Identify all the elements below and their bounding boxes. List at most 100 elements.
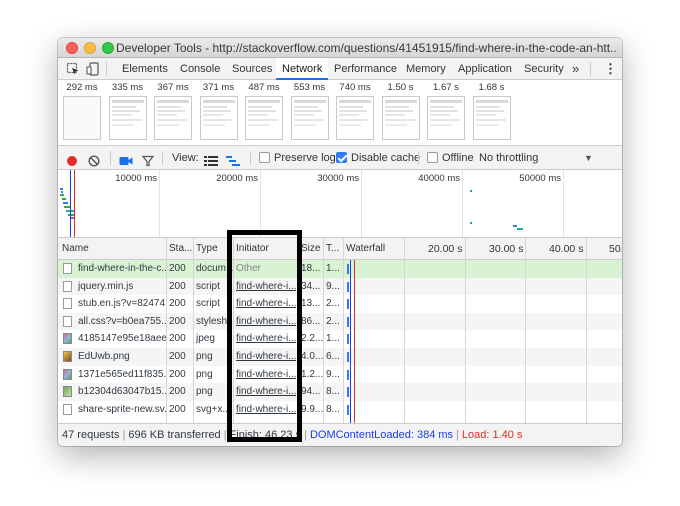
column-waterfall[interactable]: Waterfall (346, 238, 385, 260)
request-initiator[interactable]: find-where-i... (236, 330, 296, 348)
waterfall-tick: 50. (609, 243, 622, 255)
filmstrip-frame[interactable]: 553 ms (290, 80, 330, 140)
dom-content-loaded-time: DOMContentLoaded: 384 ms (309, 429, 454, 441)
request-time: 2... (326, 298, 340, 310)
offline-checkbox[interactable]: Offline (427, 146, 474, 170)
request-initiator[interactable]: find-where-i... (236, 401, 296, 419)
tab-network[interactable]: Network (276, 58, 329, 80)
table-row[interactable]: 4185147e95e18aee... 200 jpeg find-where-i..… (58, 330, 622, 348)
record-button[interactable] (66, 152, 78, 166)
request-name[interactable]: b12304d63047b15... (78, 383, 166, 401)
request-initiator[interactable]: find-where-i... (236, 295, 296, 313)
waterfall-overview-icon[interactable] (226, 152, 240, 166)
frame-thumbnail (154, 96, 192, 140)
tab-elements[interactable]: Elements (122, 58, 168, 80)
frame-thumbnail (63, 96, 101, 140)
minimize-window-button[interactable] (84, 42, 96, 54)
frame-time: 292 ms (66, 82, 98, 93)
request-name[interactable]: share-sprite-new.sv... (78, 401, 166, 419)
column-status[interactable]: Sta... (169, 238, 192, 260)
tab-sources[interactable]: Sources (232, 58, 272, 80)
column-divider (298, 238, 299, 423)
file-icon (63, 298, 72, 310)
filmstrip-frame[interactable]: 371 ms (199, 80, 239, 140)
image-file-icon (63, 333, 72, 345)
request-initiator[interactable]: find-where-i... (236, 313, 296, 331)
overview-tick-label: 50000 ms (519, 173, 561, 184)
filmstrip-frame[interactable]: 740 ms (335, 80, 375, 140)
column-time[interactable]: T... (326, 238, 339, 260)
filmstrip-frame[interactable]: 1.50 s (381, 80, 421, 140)
request-initiator[interactable]: find-where-i... (236, 348, 296, 366)
tabbar-divider (106, 62, 107, 76)
request-name[interactable]: all.css?v=b0ea755... (78, 313, 166, 331)
device-toolbar-icon[interactable] (86, 62, 100, 76)
request-initiator[interactable]: find-where-i... (236, 278, 296, 296)
waterfall-bar (347, 299, 349, 310)
frame-time: 553 ms (293, 82, 326, 93)
table-row[interactable]: 1371e565ed11f835... 200 png find-where-i...… (58, 365, 622, 384)
image-file-icon (63, 368, 72, 380)
filmstrip-frame[interactable]: 487 ms (244, 80, 284, 140)
frame-thumbnail (290, 96, 329, 140)
overview-gridline (361, 170, 362, 237)
offline-box[interactable] (427, 152, 438, 163)
zoom-window-button[interactable] (102, 42, 114, 54)
column-name[interactable]: Name (62, 238, 89, 260)
request-name[interactable]: 4185147e95e18aee... (78, 330, 166, 348)
column-type[interactable]: Type (196, 238, 218, 260)
request-size: 1.2... (301, 368, 323, 380)
clear-icon[interactable] (88, 152, 100, 167)
filmstrip-frame[interactable]: 1.67 s (426, 80, 466, 140)
tab-console[interactable]: Console (180, 58, 220, 80)
frame-time: 1.50 s (387, 82, 414, 93)
preserve-log-box[interactable] (259, 152, 270, 163)
inspect-element-icon[interactable] (66, 62, 80, 76)
request-initiator[interactable]: find-where-i... (236, 383, 296, 401)
table-row[interactable]: all.css?v=b0ea755... 200 stylesh... find-wh… (58, 312, 622, 331)
request-initiator[interactable]: find-where-i... (236, 366, 296, 384)
tab-performance[interactable]: Performance (334, 58, 397, 80)
filmstrip-frame[interactable]: 335 ms (108, 80, 148, 140)
filmstrip-frame[interactable]: 1.68 s (472, 80, 512, 140)
throttling-select[interactable]: No throttling (479, 146, 538, 170)
request-type: script (196, 280, 220, 292)
column-initiator[interactable]: Initiator (236, 238, 269, 260)
more-tabs-button[interactable]: » (572, 58, 579, 80)
tab-security[interactable]: Security (524, 58, 564, 80)
column-divider (193, 238, 194, 423)
column-divider (404, 238, 405, 423)
devtools-window: Developer Tools - http://stackoverflow.c… (58, 38, 622, 446)
request-name[interactable]: 1371e565ed11f835... (78, 366, 166, 384)
waterfall-bar (347, 281, 349, 292)
request-status: 200 (169, 386, 186, 398)
request-name[interactable]: find-where-in-the-c... (78, 260, 166, 278)
table-row[interactable]: share-sprite-new.sv... 200 svg+x... find-wh… (58, 400, 622, 419)
table-row[interactable]: b12304d63047b15... 200 png find-where-i... 9… (58, 383, 622, 401)
filter-icon[interactable] (141, 152, 155, 167)
file-icon (63, 263, 72, 274)
devtools-menu-button[interactable]: ⋮ (604, 58, 617, 80)
table-row[interactable]: find-where-in-the-c... 200 docum... Other 18… (58, 260, 622, 278)
request-name[interactable]: stub.en.js?v=82474... (78, 295, 166, 313)
request-name[interactable]: EdUwb.png (78, 348, 166, 366)
request-status: 200 (169, 351, 186, 362)
close-window-button[interactable] (66, 42, 78, 54)
preserve-log-checkbox[interactable]: Preserve log (259, 146, 336, 170)
chevron-down-icon[interactable]: ▼ (584, 146, 593, 170)
request-type: png (196, 386, 213, 398)
filmstrip-frame[interactable]: 367 ms (153, 80, 193, 140)
request-name[interactable]: jquery.min.js (78, 278, 166, 296)
network-overview[interactable]: 10000 ms 20000 ms 30000 ms 40000 ms 50000 ms (58, 170, 622, 238)
table-row[interactable]: stub.en.js?v=82474... 200 script find-where… (58, 295, 622, 313)
table-row[interactable]: EdUwb.png 200 png find-where-i... 4.0... 6... (58, 348, 622, 366)
table-row[interactable]: jquery.min.js 200 script find-where-i... 34.… (58, 277, 622, 296)
disable-cache-box[interactable] (336, 152, 347, 163)
filmstrip-frame[interactable]: 292 ms (62, 80, 102, 140)
tab-memory[interactable]: Memory (406, 58, 446, 80)
large-rows-icon[interactable] (204, 152, 218, 166)
disable-cache-checkbox[interactable]: Disable cache (336, 146, 420, 170)
column-size[interactable]: Size (301, 238, 320, 260)
capture-screenshots-icon[interactable] (119, 152, 133, 165)
tab-application[interactable]: Application (458, 58, 512, 80)
